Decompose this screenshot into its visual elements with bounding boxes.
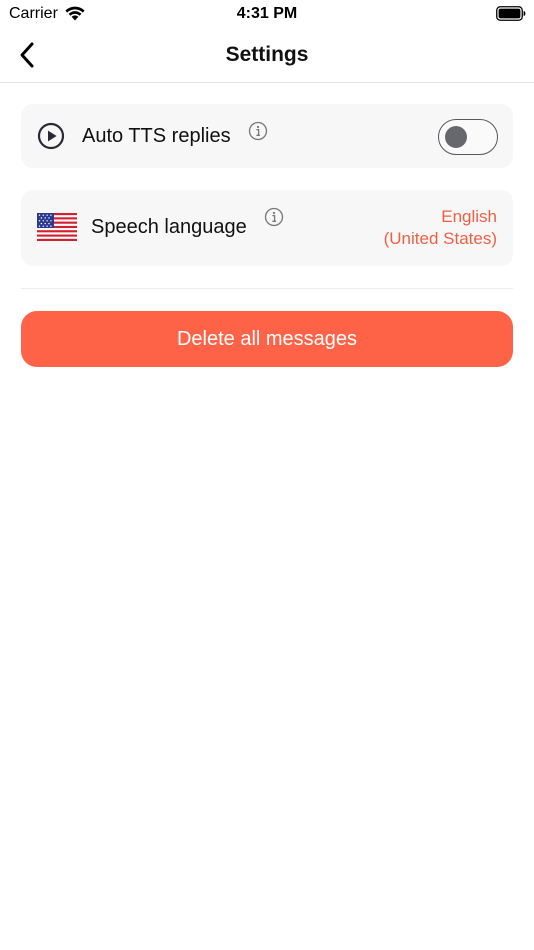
status-bar: Carrier 4:31 PM: [0, 0, 534, 28]
divider: [21, 288, 513, 289]
speech-language-value[interactable]: English (United States): [384, 206, 497, 250]
auto-tts-toggle[interactable]: [438, 119, 498, 155]
page-title: Settings: [225, 43, 309, 66]
speech-language-value-line1: English: [441, 207, 497, 226]
play-circle-icon: [37, 122, 65, 155]
navigation-bar: Settings: [0, 28, 534, 83]
speech-language-value-line2: (United States): [383, 229, 497, 248]
us-flag-icon: [37, 213, 77, 246]
speech-language-setting[interactable]: Speech language English (United States): [21, 190, 513, 266]
auto-tts-setting: Auto TTS replies: [21, 104, 513, 168]
info-icon[interactable]: [248, 121, 268, 146]
auto-tts-label: Auto TTS replies: [82, 125, 231, 147]
toggle-knob: [445, 126, 467, 148]
speech-language-label: Speech language: [91, 216, 247, 238]
delete-all-messages-button[interactable]: Delete all messages: [21, 311, 513, 367]
battery-icon: [496, 6, 526, 26]
status-time: 4:31 PM: [236, 5, 298, 22]
settings-screen: Carrier 4:31 PM Settings Auto TTS replie…: [0, 0, 534, 950]
info-icon[interactable]: [264, 207, 284, 232]
